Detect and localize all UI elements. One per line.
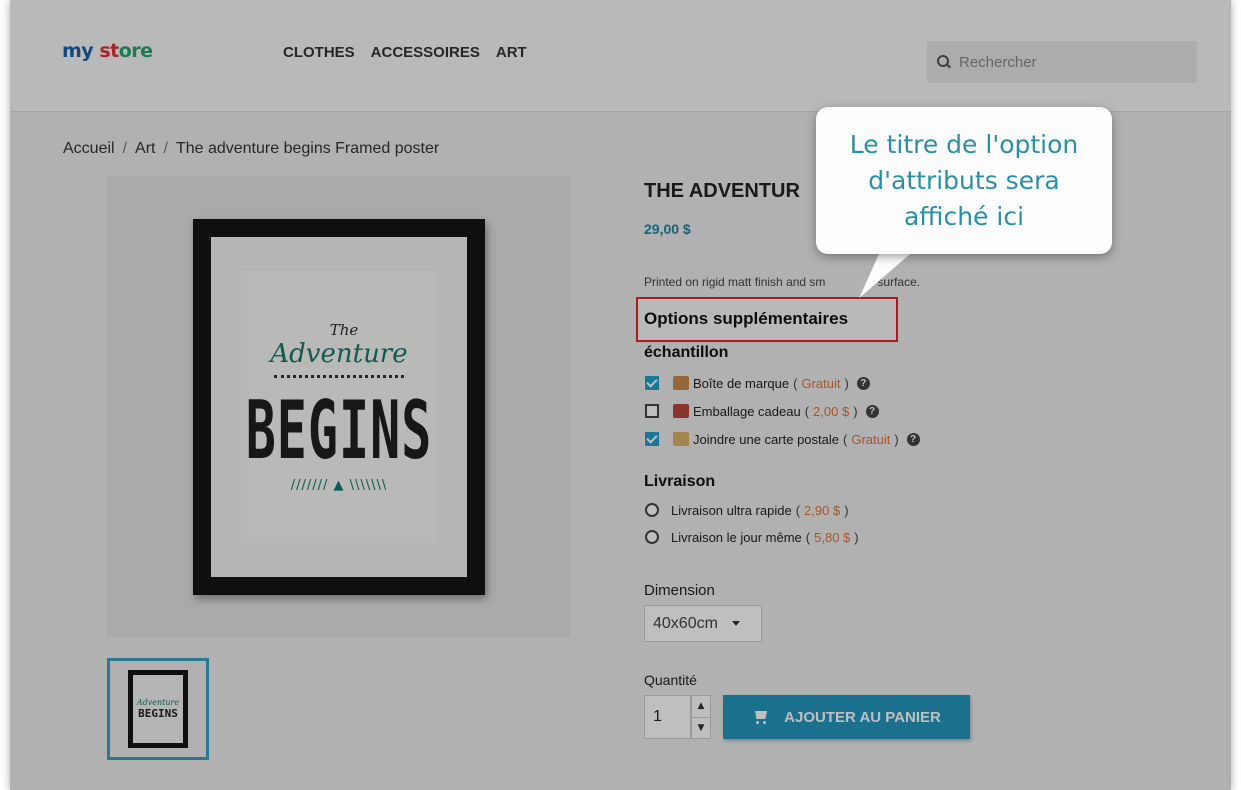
- chevron-down-icon: [731, 621, 740, 626]
- poster-text-the: The: [329, 321, 359, 339]
- poster-mat: The Adventure BEGINS /////// ▲ \\\\\\\: [211, 237, 467, 577]
- quantity-increase-button[interactable]: ▲: [692, 696, 710, 717]
- option-paren: ): [844, 375, 849, 391]
- option-paren: (: [805, 529, 811, 545]
- breadcrumb-art[interactable]: Art: [135, 140, 155, 158]
- thumbnail-frame: Adventure BEGINS: [128, 670, 188, 748]
- store-logo[interactable]: my store: [62, 40, 153, 62]
- dimension-select[interactable]: 40x60cm: [644, 605, 762, 642]
- option-checkbox[interactable]: [645, 376, 659, 390]
- option-price: Gratuit: [801, 375, 841, 391]
- dimension-label: Dimension: [644, 582, 715, 599]
- option-group-title-livraison: Livraison: [644, 473, 716, 490]
- option-row-livraison-jour-meme[interactable]: Livraison le jour même ( 5,80 $ ): [645, 528, 859, 546]
- product-thumbnail[interactable]: Adventure BEGINS: [107, 658, 209, 760]
- gift-icon: [673, 404, 689, 418]
- options-title: Options supplémentaires: [644, 309, 849, 328]
- breadcrumb-separator: /: [122, 140, 128, 157]
- poster-text-begins: BEGINS: [245, 384, 433, 478]
- option-price: 2,90 $: [804, 502, 841, 518]
- breadcrumb-separator: /: [163, 140, 168, 157]
- option-label: Boîte de marque: [693, 375, 790, 391]
- product-main-image[interactable]: The Adventure BEGINS /////// ▲ \\\\\\\: [107, 176, 571, 638]
- option-row-carte-postale[interactable]: Joindre une carte postale ( Gratuit ) ?: [645, 430, 920, 448]
- logo-part: my: [62, 40, 94, 62]
- option-row-boite-de-marque[interactable]: Boîte de marque ( Gratuit ) ?: [645, 374, 870, 392]
- option-row-emballage-cadeau[interactable]: Emballage cadeau ( 2,00 $ ) ?: [645, 402, 879, 420]
- callout-text: Le titre de l'option d'attributs sera af…: [849, 129, 1079, 231]
- site-header: my store CLOTHES ACCESSOIRES ART: [10, 0, 1231, 112]
- poster-text-adventure: Adventure: [270, 339, 408, 369]
- option-radio[interactable]: [645, 530, 659, 544]
- help-icon[interactable]: ?: [906, 432, 920, 446]
- description-text: Printed on rigid matt finish and sm: [644, 275, 826, 289]
- option-paren: (: [842, 431, 848, 447]
- search-input[interactable]: [959, 53, 1179, 71]
- option-label: Livraison ultra rapide: [671, 502, 792, 518]
- option-paren: ): [844, 502, 849, 518]
- quantity-stepper: ▲ ▼: [691, 695, 711, 739]
- option-row-livraison-ultra-rapide[interactable]: Livraison ultra rapide ( 2,90 $ ): [645, 501, 849, 519]
- nav-art[interactable]: ART: [496, 44, 527, 61]
- quantity-input[interactable]: 1: [644, 695, 691, 739]
- thumbnail-text-begins: BEGINS: [138, 707, 178, 720]
- option-label: Emballage cadeau: [693, 403, 801, 419]
- dimension-value: 40x60cm: [653, 614, 718, 632]
- breadcrumb-current: The adventure begins Framed poster: [175, 140, 440, 157]
- thumbnail-text-adventure: Adventure: [136, 698, 180, 707]
- option-price: 2,00 $: [813, 403, 850, 419]
- quantity-decrease-button[interactable]: ▼: [692, 716, 710, 739]
- breadcrumb: Accueil / Art / The adventure begins Fra…: [63, 140, 439, 158]
- option-price: Gratuit: [851, 431, 891, 447]
- search-bar: [927, 41, 1197, 83]
- option-label: Joindre une carte postale: [693, 431, 839, 447]
- tent-icon: /////// ▲ \\\\\\\: [290, 478, 388, 493]
- logo-part: ore: [118, 40, 153, 62]
- logo-part: st: [99, 40, 119, 62]
- main-nav: CLOTHES ACCESSOIRES ART: [283, 44, 527, 61]
- option-paren: ): [854, 529, 859, 545]
- option-price: 5,80 $: [814, 529, 851, 545]
- search-icon[interactable]: [937, 55, 951, 69]
- nav-clothes[interactable]: CLOTHES: [283, 44, 355, 61]
- add-to-cart-button[interactable]: AJOUTER AU PANIER: [723, 695, 970, 739]
- quantity-label: Quantité: [644, 672, 697, 688]
- help-icon[interactable]: ?: [856, 376, 870, 390]
- option-checkbox[interactable]: [645, 432, 659, 446]
- product-title: THE ADVENTUR: [644, 180, 800, 202]
- option-paren: (: [793, 375, 798, 391]
- postcard-icon: [673, 432, 689, 446]
- option-paren: (: [804, 403, 810, 419]
- option-group-title-echantillon: échantillon: [644, 344, 729, 361]
- option-paren: ): [853, 403, 858, 419]
- box-icon: [673, 376, 689, 390]
- option-paren: (: [795, 502, 801, 518]
- help-icon[interactable]: ?: [865, 404, 879, 418]
- browser-page: my store CLOTHES ACCESSOIRES ART Accueil…: [10, 0, 1231, 790]
- cart-icon: [752, 709, 770, 725]
- nav-accessoires[interactable]: ACCESSOIRES: [371, 44, 480, 61]
- callout-pointer: [855, 250, 915, 298]
- option-label: Livraison le jour même: [671, 529, 802, 545]
- option-checkbox[interactable]: [645, 404, 659, 418]
- thumbnail-artwork: Adventure BEGINS: [133, 675, 183, 743]
- poster-divider: [274, 375, 404, 378]
- option-radio[interactable]: [645, 503, 659, 517]
- product-price: 29,00 $: [644, 221, 691, 237]
- option-paren: ): [894, 431, 899, 447]
- breadcrumb-home[interactable]: Accueil: [63, 140, 115, 158]
- quantity-value: 1: [653, 708, 662, 725]
- add-to-cart-label: AJOUTER AU PANIER: [784, 708, 941, 726]
- poster-frame: The Adventure BEGINS /////// ▲ \\\\\\\: [193, 219, 485, 595]
- poster-artwork: The Adventure BEGINS /////// ▲ \\\\\\\: [241, 271, 437, 543]
- tooltip-callout: Le titre de l'option d'attributs sera af…: [816, 107, 1112, 254]
